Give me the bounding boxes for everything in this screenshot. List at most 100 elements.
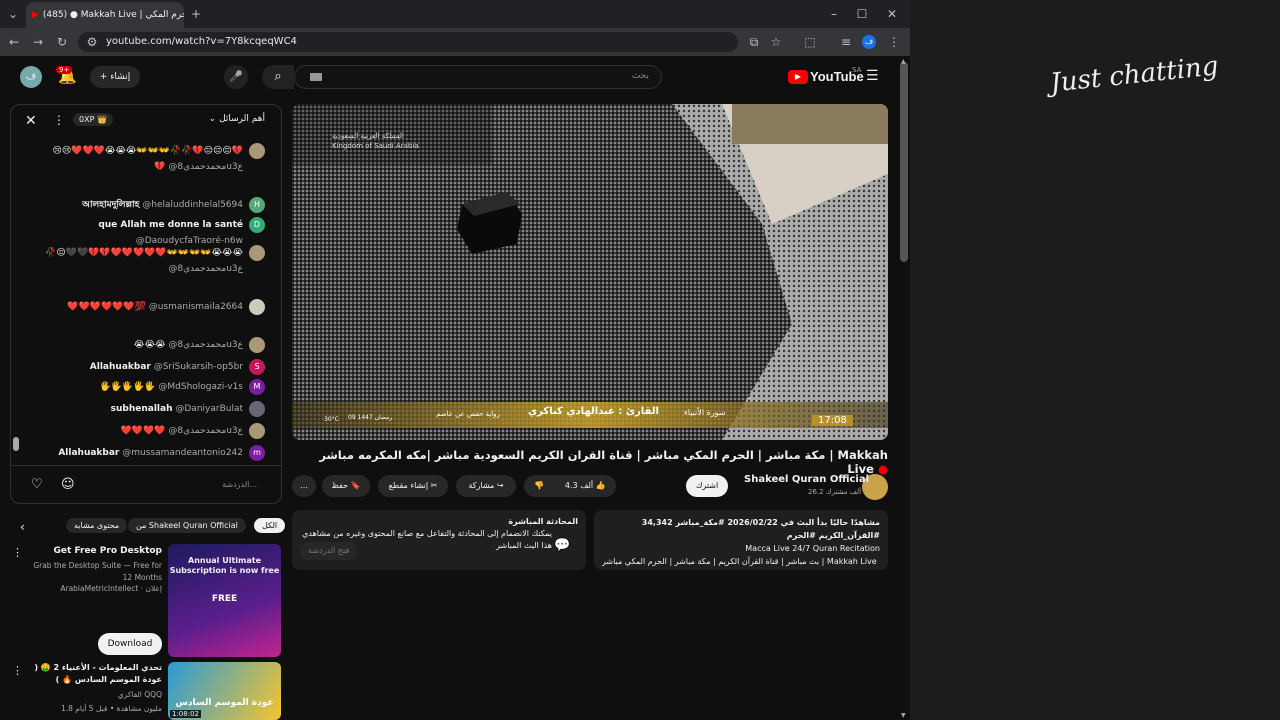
chat-message-text: আলহামদুলিল্লাহ <box>82 200 140 210</box>
chip-scroll-left-icon[interactable]: ‹ <box>20 520 25 534</box>
chat-scrollbar[interactable] <box>13 437 19 451</box>
site-info-icon[interactable]: ⚙ <box>82 32 102 52</box>
live-chat-panel: ✕ ⋮ 0XP 👑 ⌄ أهم الرسائل 😢😢❤️❤️❤️😭😭😭👐👐👐🥀🥀… <box>10 104 282 504</box>
chat-author[interactable]: @usmanismaila2664 <box>149 302 243 312</box>
chat-avatar[interactable] <box>249 401 265 417</box>
chat-author[interactable]: @محمدحمدي8u3ع <box>168 162 243 172</box>
maximize-icon[interactable]: ☐ <box>852 4 872 24</box>
chat-author[interactable]: @helaluddinhelal5694 <box>142 200 243 210</box>
ad-download-button[interactable]: Download <box>98 633 162 655</box>
chat-author[interactable]: @DaniyarBulat <box>175 404 243 414</box>
save-button[interactable]: حفظ 🔖 <box>322 475 370 497</box>
back-icon[interactable]: ← <box>4 32 24 52</box>
chat-author[interactable]: @mussamandeantonio242 <box>122 448 243 458</box>
new-tab-icon[interactable]: + <box>186 4 206 24</box>
address-bar[interactable]: youtube.com/watch?v=7Y8kcqeqWC4 <box>78 32 738 52</box>
chat-filter-dropdown[interactable]: ⌄ أهم الرسائل <box>209 114 265 124</box>
chat-author[interactable]: @SriSukarsih-op5br <box>154 362 243 372</box>
page-scrollbar[interactable] <box>900 62 908 262</box>
rec-video-menu-icon[interactable]: ⋮ <box>12 664 23 677</box>
forward-icon[interactable]: → <box>28 32 48 52</box>
chat-avatar[interactable]: M <box>249 379 265 395</box>
open-chat-button[interactable]: فتح الدردشة <box>300 542 358 560</box>
chat-avatar[interactable]: H <box>249 197 265 213</box>
chat-message: আলহামদুলিল্লাহ @helaluddinhelal5694 H <box>15 197 265 213</box>
chat-author[interactable]: @محمدحمدي8u3ع <box>168 340 243 350</box>
youtube-logo-icon[interactable]: ▶ <box>788 70 808 84</box>
chat-message-text: que Allah me donne la santé <box>98 220 243 230</box>
voice-search-icon[interactable]: 🎤 <box>224 65 248 89</box>
minimize-icon[interactable]: – <box>824 4 844 24</box>
profile-avatar[interactable]: ف <box>862 35 876 49</box>
chat-avatar[interactable] <box>249 143 265 159</box>
heart-icon[interactable]: ♡ <box>31 477 43 492</box>
subscribe-button[interactable]: اشترك <box>686 475 728 497</box>
description-line: بث مباشر | قناة القرآن الكريم | مكة مباش… <box>602 557 880 566</box>
overlay-time: 17:08 <box>812 415 853 426</box>
chat-author[interactable]: @محمدحمدي8u3ع <box>168 426 243 436</box>
chat-avatar[interactable]: m <box>249 445 265 461</box>
search-input[interactable]: بحث <box>294 65 662 89</box>
video-thumbnail[interactable]: عودة الموسم السادس 1:08:02 <box>168 662 281 720</box>
chat-message-text: ❤️❤️❤️❤️ <box>120 426 166 436</box>
xp-label: 0XP <box>79 115 95 124</box>
ad-menu-icon[interactable]: ⋮ <box>12 546 23 559</box>
chat-avatar[interactable]: D <box>249 217 265 233</box>
chip-from-channel[interactable]: من Shakeel Quran Official <box>128 518 246 533</box>
scroll-down-icon[interactable]: ▼ <box>901 712 906 719</box>
chat-avatar[interactable] <box>249 423 265 439</box>
video-frame <box>292 104 888 440</box>
create-button[interactable]: + إنشاء <box>90 66 140 88</box>
clip-button[interactable]: إنشاء مقطع ✂ <box>378 475 448 497</box>
browser-menu-icon[interactable]: ⋮ <box>884 32 904 52</box>
chat-input[interactable]: الدردشة... <box>85 475 265 495</box>
more-actions-label: ... <box>300 481 308 490</box>
chat-avatar[interactable] <box>249 299 265 315</box>
close-chat-icon[interactable]: ✕ <box>25 113 37 129</box>
chat-avatar[interactable] <box>249 245 265 261</box>
chip-related[interactable]: محتوى مشابه <box>66 518 128 533</box>
chat-options-icon[interactable]: ⋮ <box>53 113 65 127</box>
description-line: Macca Live 24/7 Quran Recitation <box>745 544 880 553</box>
more-actions-button[interactable]: ... <box>292 475 316 497</box>
scroll-up-icon[interactable]: ▲ <box>901 58 906 65</box>
description-box[interactable]: 34,342 مشاهدًا حاليًا بدأ البث في 2026/0… <box>594 510 888 570</box>
tab-list-icon[interactable]: ⌄ <box>3 4 23 24</box>
chat-author[interactable]: @محمدحمدي8u3ع <box>168 264 243 274</box>
chat-message: ❤️❤️❤️❤️ @محمدحمدي8u3ع <box>15 423 265 439</box>
extensions-icon[interactable]: ⬚ <box>800 32 820 52</box>
share-button[interactable]: مشاركة ↪ <box>456 475 516 497</box>
subscribe-label: اشترك <box>695 481 719 490</box>
chat-author[interactable]: @MdShologazi-v1s <box>158 382 243 392</box>
media-control-icon[interactable]: ≡ <box>836 32 856 52</box>
chat-avatar[interactable]: S <box>249 359 265 375</box>
browser-tab[interactable]: ▶ (485) ● Makkah Live | الحرم المكي ✕ <box>26 2 184 28</box>
chat-message: ❤️❤️❤️❤️❤️❤️💯 @usmanismaila2664 <box>15 299 265 315</box>
video-player[interactable]: المملكة العربية السعودية Kingdom of Saud… <box>292 104 888 440</box>
ad-thumbnail-title: Annual Ultimate Subscription is now free <box>169 556 280 575</box>
rec-video-title[interactable]: تحدي المعلومات - الأعنياء 2 🤑 ( عودة الم… <box>30 662 162 686</box>
dislike-icon[interactable]: 👎 <box>534 475 544 497</box>
ad-thumbnail[interactable]: Annual Ultimate Subscription is now free… <box>168 544 281 657</box>
overlay-date: 09 رمضان 1447 <box>348 414 393 421</box>
search-icon[interactable]: ⌕ <box>262 65 294 89</box>
emoji-icon[interactable]: ☺ <box>61 477 75 492</box>
chip-all[interactable]: الكل <box>254 518 286 533</box>
channel-name[interactable]: Shakeel Quran Official <box>744 474 869 485</box>
ad-title[interactable]: Get Free Pro Desktop <box>30 546 162 556</box>
url-text: youtube.com/watch?v=7Y8kcqeqWC4 <box>106 36 297 47</box>
xp-badge[interactable]: 0XP 👑 <box>73 113 113 126</box>
chat-avatar[interactable] <box>249 337 265 353</box>
cast-icon[interactable]: ⧉ <box>744 32 764 52</box>
chat-message: subhenallah @DaniyarBulat <box>15 401 265 417</box>
bookmark-star-icon[interactable]: ☆ <box>766 32 786 52</box>
keyboard-icon[interactable] <box>310 73 322 81</box>
search-placeholder: بحث <box>631 71 649 81</box>
close-window-icon[interactable]: ✕ <box>882 4 902 24</box>
ad-thumbnail-free: FREE <box>211 594 238 604</box>
account-avatar[interactable]: ف <box>20 66 42 88</box>
guide-menu-icon[interactable]: ☰ <box>866 68 879 84</box>
like-button[interactable]: 4.3 ألف 👍 <box>565 475 606 497</box>
reload-icon[interactable]: ↻ <box>52 32 72 52</box>
chat-message-text: 🥀😔🖤🖤💔💔❤️❤️❤️❤️❤️👐👐👐👐😭😭😭 <box>45 248 243 258</box>
